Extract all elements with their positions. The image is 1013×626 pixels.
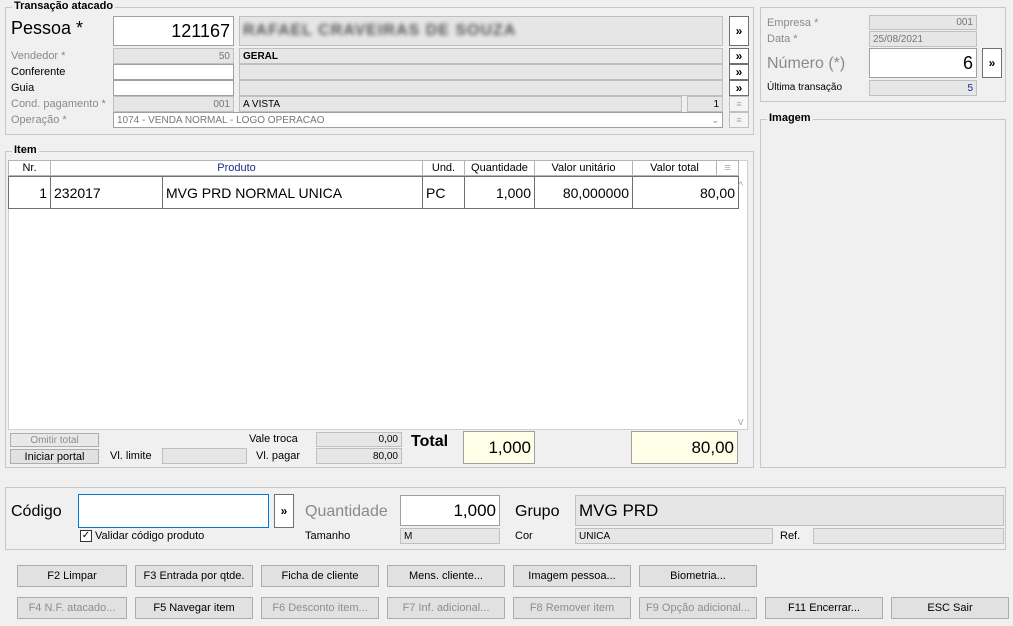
grupo-label: Grupo bbox=[515, 503, 560, 520]
item-grid-body: 1 232017 MVG PRD NORMAL UNICA PC 1,000 8… bbox=[8, 176, 739, 209]
numero-field[interactable]: 6 bbox=[869, 48, 977, 78]
codigo-label: Código bbox=[11, 503, 62, 520]
col-valor-unitario[interactable]: Valor unitário bbox=[534, 160, 633, 176]
cor-label: Cor bbox=[515, 530, 533, 542]
numero-label: Número (*) bbox=[767, 55, 846, 72]
grupo-field: MVG PRD bbox=[575, 495, 1004, 526]
guia-name-field bbox=[239, 80, 723, 96]
vale-troca-label: Vale troca bbox=[249, 433, 298, 445]
vendedor-label: Vendedor * bbox=[11, 50, 66, 62]
iniciar-portal-button[interactable]: Iniciar portal bbox=[10, 449, 99, 464]
cell-valor-unitario: 80,000000 bbox=[534, 176, 633, 209]
transacao-title: Transação atacado bbox=[12, 0, 116, 12]
pessoa-name-field: RAFAEL CRAVEIRAS DE SOUZA bbox=[239, 16, 723, 46]
cond-parcelas-field: 1 bbox=[687, 96, 723, 112]
vl-limite-field bbox=[162, 448, 247, 464]
validar-checkbox[interactable]: ✓ bbox=[80, 530, 92, 542]
guia-lookup-button[interactable]: » bbox=[729, 80, 749, 96]
guia-label: Guia bbox=[11, 82, 35, 94]
cond-pagamento-label: Cond. pagamento * bbox=[11, 98, 106, 110]
ultima-transacao-label: Última transação bbox=[767, 82, 843, 93]
operacao-value: 1074 - VENDA NORMAL - LOGO OPERACAO bbox=[117, 114, 325, 126]
pessoa-label: Pessoa * bbox=[11, 18, 84, 38]
scroll-down-icon[interactable]: v bbox=[738, 416, 744, 428]
f6-desconto-item-button[interactable]: F6 Desconto item... bbox=[261, 597, 379, 619]
tamanho-field: M bbox=[400, 528, 500, 544]
vendedor-code-field[interactable]: 50 bbox=[113, 48, 234, 64]
cond-pagamento-code-field[interactable]: 001 bbox=[113, 96, 234, 112]
empresa-field[interactable]: 001 bbox=[869, 15, 977, 30]
empresa-label: Empresa * bbox=[767, 17, 819, 29]
vendedor-lookup-button[interactable]: » bbox=[729, 48, 749, 64]
f5-navegar-item-button[interactable]: F5 Navegar item bbox=[135, 597, 253, 619]
pessoa-name-text: RAFAEL CRAVEIRAS DE SOUZA bbox=[243, 22, 517, 39]
tamanho-label: Tamanho bbox=[305, 530, 351, 542]
biometria-button[interactable]: Biometria... bbox=[639, 565, 757, 587]
conferente-code-field[interactable] bbox=[113, 64, 234, 80]
f7-inf-adicional-button[interactable]: F7 Inf. adicional... bbox=[387, 597, 505, 619]
conferente-lookup-button[interactable]: » bbox=[729, 64, 749, 80]
imagem-title: Imagem bbox=[767, 112, 813, 124]
vale-troca-field: 0,00 bbox=[316, 432, 402, 447]
cell-und: PC bbox=[422, 176, 465, 209]
vendedor-name-field: GERAL bbox=[239, 48, 723, 64]
cond-pagamento-lookup-button[interactable]: ≡ bbox=[729, 96, 749, 112]
col-nr[interactable]: Nr. bbox=[8, 160, 51, 176]
cor-field: UNICA bbox=[575, 528, 773, 544]
operacao-lookup-button[interactable]: ≡ bbox=[729, 112, 749, 128]
quantidade-field[interactable]: 1,000 bbox=[400, 495, 500, 526]
operacao-select[interactable]: 1074 - VENDA NORMAL - LOGO OPERACAO ⌄ bbox=[113, 112, 723, 128]
col-valor-total[interactable]: Valor total bbox=[632, 160, 717, 176]
codigo-input[interactable] bbox=[78, 494, 269, 528]
data-label: Data * bbox=[767, 33, 798, 45]
esc-sair-button[interactable]: ESC Sair bbox=[891, 597, 1009, 619]
numero-lookup-button[interactable]: » bbox=[982, 48, 1002, 78]
ultima-transacao-field: 5 bbox=[869, 80, 977, 96]
guia-code-field[interactable] bbox=[113, 80, 234, 96]
col-produto[interactable]: Produto bbox=[50, 160, 423, 176]
data-field[interactable]: 25/08/2021 bbox=[869, 31, 977, 47]
table-row[interactable]: 1 232017 MVG PRD NORMAL UNICA PC 1,000 8… bbox=[8, 176, 739, 209]
operacao-label: Operação * bbox=[11, 114, 67, 126]
col-und[interactable]: Und. bbox=[422, 160, 465, 176]
grid-options-button[interactable]: ≡ bbox=[716, 160, 739, 176]
omitir-total-button[interactable]: Omitir total bbox=[10, 433, 99, 447]
quantidade-label: Quantidade bbox=[305, 503, 388, 520]
cell-codigo: 232017 bbox=[50, 176, 163, 209]
validar-label[interactable]: Validar código produto bbox=[95, 530, 204, 542]
conferente-name-field bbox=[239, 64, 723, 80]
vl-pagar-label: Vl. pagar bbox=[256, 450, 301, 462]
imagem-group: Imagem bbox=[760, 112, 1006, 468]
pessoa-code-field[interactable]: 121167 bbox=[113, 16, 234, 46]
cell-produto: MVG PRD NORMAL UNICA bbox=[162, 176, 423, 209]
imagem-pessoa-button[interactable]: Imagem pessoa... bbox=[513, 565, 631, 587]
f4-nf-atacado-button[interactable]: F4 N.F. atacado... bbox=[17, 597, 127, 619]
item-grid-header: Nr. Produto Und. Quantidade Valor unitár… bbox=[8, 160, 739, 176]
f8-remover-item-button[interactable]: F8 Remover item bbox=[513, 597, 631, 619]
cond-pagamento-name-field: A VISTA bbox=[239, 96, 682, 112]
f2-limpar-button[interactable]: F2 Limpar bbox=[17, 565, 127, 587]
pessoa-lookup-button[interactable]: » bbox=[729, 16, 749, 46]
vl-pagar-field: 80,00 bbox=[316, 448, 402, 464]
ref-field bbox=[813, 528, 1004, 544]
cell-quantidade: 1,000 bbox=[464, 176, 535, 209]
item-title: Item bbox=[12, 144, 39, 156]
f9-opcao-adicional-button[interactable]: F9 Opção adicional... bbox=[639, 597, 757, 619]
conferente-label: Conferente bbox=[11, 66, 66, 78]
col-quantidade[interactable]: Quantidade bbox=[464, 160, 535, 176]
ref-label: Ref. bbox=[780, 530, 801, 542]
cell-nr: 1 bbox=[8, 176, 51, 209]
total-label: Total bbox=[411, 433, 449, 450]
f11-encerrar-button[interactable]: F11 Encerrar... bbox=[765, 597, 883, 619]
total-quantidade-field: 1,000 bbox=[463, 431, 535, 464]
cell-valor-total: 80,00 bbox=[632, 176, 739, 209]
chevron-down-icon: ⌄ bbox=[711, 114, 719, 125]
f3-entrada-button[interactable]: F3 Entrada por qtde. bbox=[135, 565, 253, 587]
scroll-up-icon[interactable]: ^ bbox=[738, 180, 743, 192]
total-valor-field: 80,00 bbox=[631, 431, 738, 464]
codigo-lookup-button[interactable]: » bbox=[274, 494, 294, 528]
vl-limite-label: Vl. limite bbox=[110, 450, 152, 462]
ficha-cliente-button[interactable]: Ficha de cliente bbox=[261, 565, 379, 587]
mens-cliente-button[interactable]: Mens. cliente... bbox=[387, 565, 505, 587]
